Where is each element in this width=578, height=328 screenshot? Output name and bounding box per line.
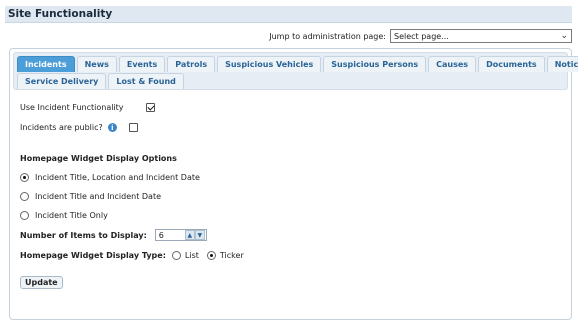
tab-events[interactable]: Events xyxy=(118,56,166,72)
widget-option-row: Incident Title, Location and Incident Da… xyxy=(20,173,200,182)
widget-option-label-1: Incident Title, Location and Incident Da… xyxy=(35,173,200,182)
items-to-display-stepper[interactable]: 6 ▲ ▼ xyxy=(154,229,207,241)
tab-causes[interactable]: Causes xyxy=(428,56,477,72)
widget-options-heading: Homepage Widget Display Options xyxy=(20,154,177,163)
display-type-label: Homepage Widget Display Type: xyxy=(20,251,166,260)
jump-select-value: Select page... xyxy=(394,31,449,41)
display-type-list-radio[interactable] xyxy=(171,251,181,260)
widget-option-row: Incident Title and Incident Date xyxy=(20,192,161,201)
tab-lost-found[interactable]: Lost & Found xyxy=(108,73,184,89)
decrement-arrow-icon[interactable]: ▼ xyxy=(194,230,205,240)
widget-option-radio-1[interactable] xyxy=(20,173,29,182)
use-incident-checkbox[interactable] xyxy=(146,103,155,112)
tab-bar: Incidents News Events Patrols Suspicious… xyxy=(13,52,578,90)
display-type-list-label: List xyxy=(184,251,199,260)
jump-page-select[interactable]: Select page... ⌄ xyxy=(390,29,572,43)
tab-row-1: Incidents News Events Patrols Suspicious… xyxy=(17,56,578,72)
incidents-public-checkbox[interactable] xyxy=(128,123,138,132)
widget-option-radio-3[interactable] xyxy=(20,211,29,220)
incidents-public-label: Incidents are public? xyxy=(20,123,103,132)
use-incident-label: Use Incident Functionality xyxy=(20,103,124,112)
tab-row-2: Service Delivery Lost & Found xyxy=(17,73,564,89)
tab-service-delivery[interactable]: Service Delivery xyxy=(17,73,107,89)
items-to-display-label: Number of Items to Display: xyxy=(20,230,147,240)
jump-label: Jump to administration page: xyxy=(269,31,386,41)
update-button[interactable]: Update xyxy=(20,276,63,289)
update-row: Update xyxy=(20,276,63,289)
tab-news[interactable]: News xyxy=(76,56,117,72)
tab-suspicious-persons[interactable]: Suspicious Persons xyxy=(323,56,427,72)
items-to-display-row: Number of Items to Display: 6 ▲ ▼ xyxy=(20,229,207,241)
widget-option-label-3: Incident Title Only xyxy=(35,211,108,220)
widget-option-row: Incident Title Only xyxy=(20,211,108,220)
tab-suspicious-vehicles[interactable]: Suspicious Vehicles xyxy=(217,56,322,72)
increment-arrow-icon[interactable]: ▲ xyxy=(184,230,195,240)
items-to-display-value: 6 xyxy=(158,230,164,240)
tab-incidents[interactable]: Incidents xyxy=(17,56,75,72)
jump-to-admin: Jump to administration page: Select page… xyxy=(269,29,572,43)
page-title: Site Functionality xyxy=(5,6,572,23)
widget-option-radio-2[interactable] xyxy=(20,192,29,201)
tab-notices[interactable]: Notices xyxy=(546,56,578,72)
chevron-down-icon: ⌄ xyxy=(560,30,568,41)
display-type-row: Homepage Widget Display Type: List Ticke… xyxy=(20,251,244,260)
display-type-ticker-label: Ticker xyxy=(219,251,244,260)
tab-documents[interactable]: Documents xyxy=(478,56,545,72)
widget-option-label-2: Incident Title and Incident Date xyxy=(35,192,162,201)
info-icon[interactable]: i xyxy=(107,123,117,132)
use-incident-row: Use Incident Functionality xyxy=(20,103,155,112)
tab-patrols[interactable]: Patrols xyxy=(167,56,216,72)
settings-panel: Incidents News Events Patrols Suspicious… xyxy=(9,48,578,320)
incidents-public-row: Incidents are public? i xyxy=(20,123,138,132)
display-type-ticker-radio[interactable] xyxy=(206,251,216,260)
